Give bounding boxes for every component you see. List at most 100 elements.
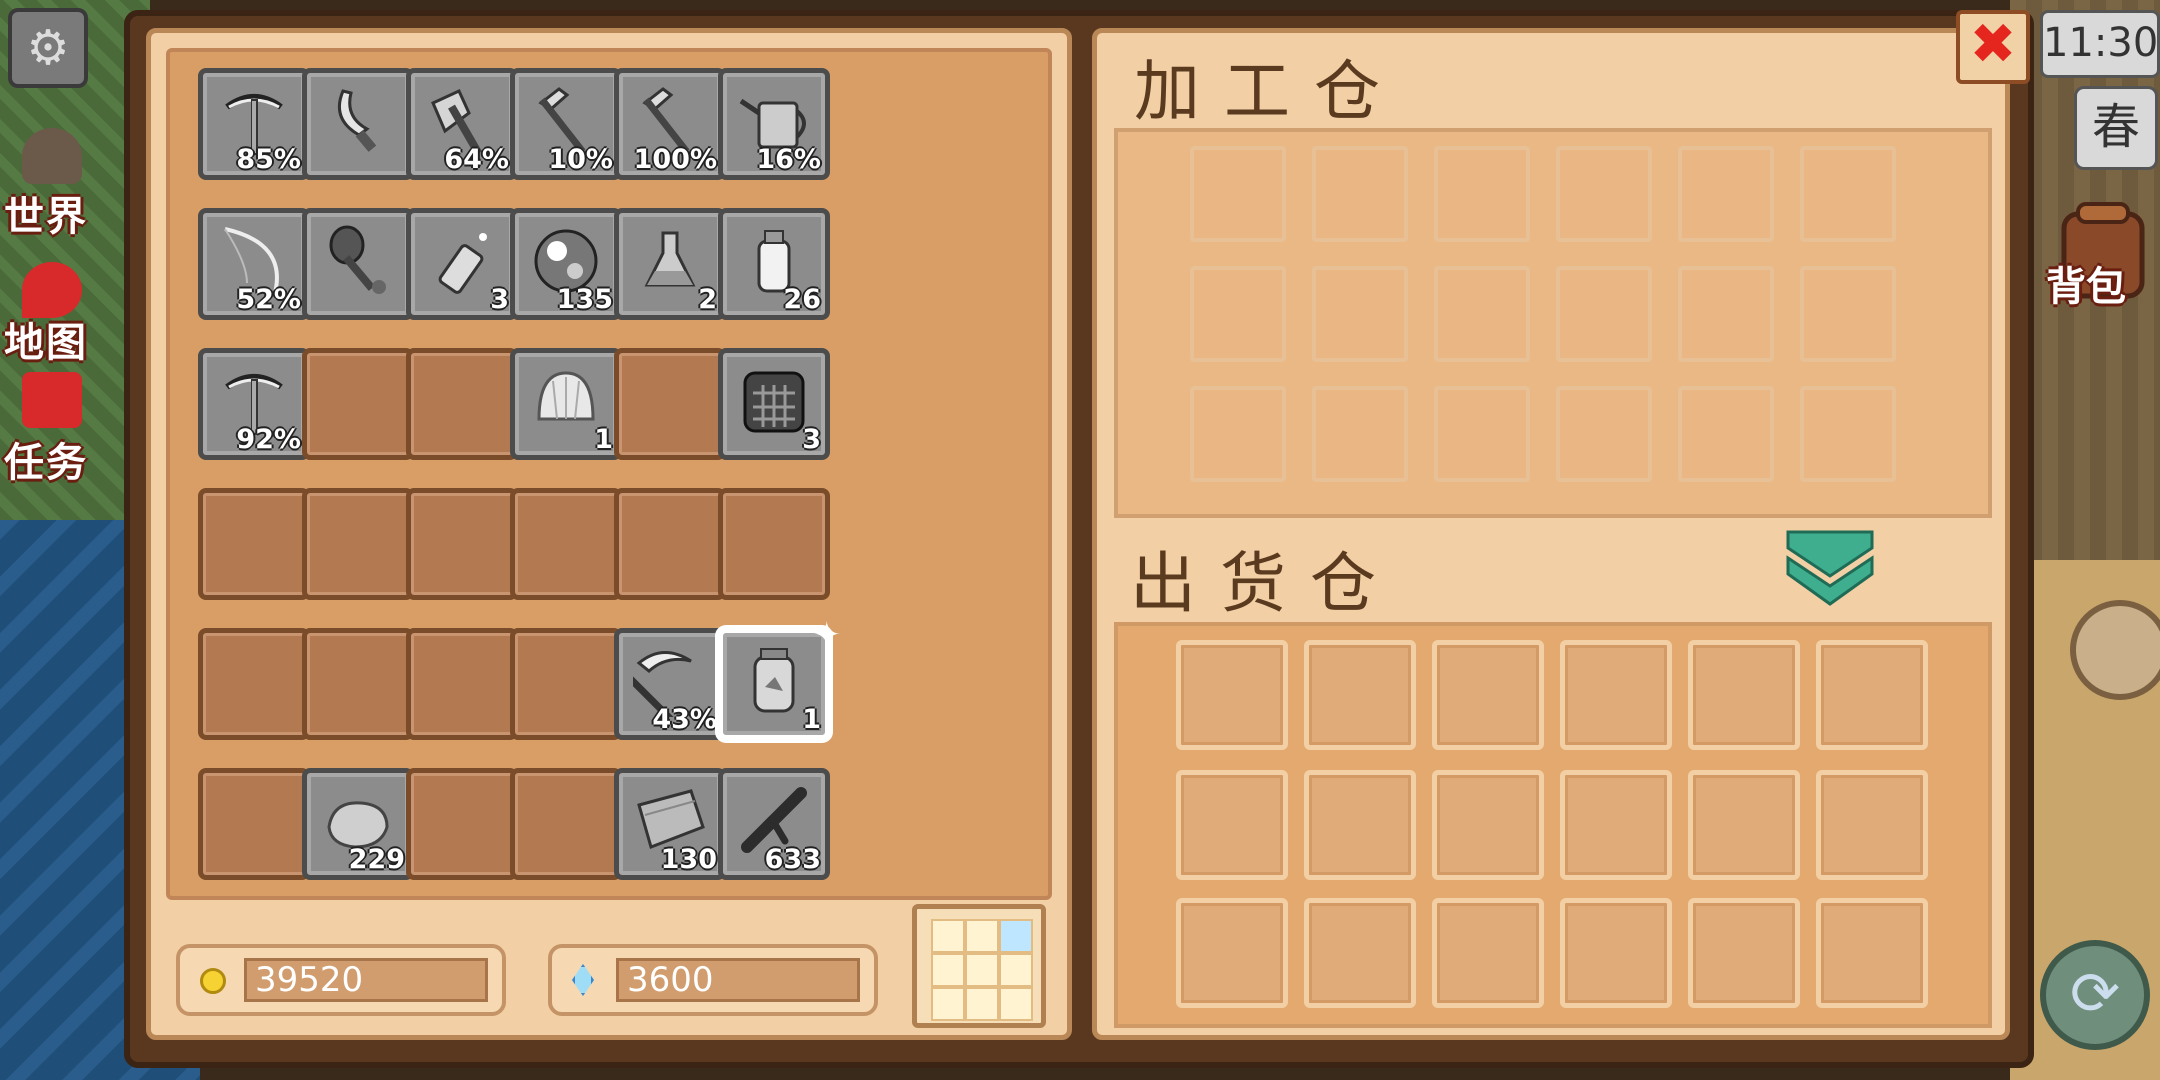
gold-coin-icon — [200, 968, 226, 994]
processing-slot[interactable] — [1556, 146, 1652, 242]
inventory-slot-empty[interactable] — [198, 628, 310, 740]
world-icon[interactable] — [22, 128, 82, 184]
inventory-slot-pickaxe[interactable]: 85% — [198, 68, 310, 180]
processing-slot[interactable] — [1312, 146, 1408, 242]
processing-slot[interactable] — [1800, 266, 1896, 362]
processing-slot[interactable] — [1800, 386, 1896, 482]
shipping-slot[interactable] — [1688, 898, 1800, 1008]
shipping-slot[interactable] — [1816, 898, 1928, 1008]
settings-gear-icon[interactable]: ⚙ — [8, 8, 88, 88]
quest-label[interactable]: 任务 — [4, 430, 88, 488]
inventory-slot-stone[interactable]: 229 — [302, 768, 414, 880]
processing-slot[interactable] — [1556, 386, 1652, 482]
inventory-slot-empty[interactable] — [718, 488, 830, 600]
processing-slot[interactable] — [1190, 386, 1286, 482]
processing-slot[interactable] — [1434, 386, 1530, 482]
inventory-slot-fishing-rod[interactable]: 52% — [198, 208, 310, 320]
refresh-icon[interactable]: ⟳ — [2040, 940, 2150, 1050]
inventory-slot-empty[interactable] — [406, 768, 518, 880]
inventory-slot-empty[interactable] — [510, 768, 622, 880]
inventory-slot-spray-bottle[interactable]: 3 — [406, 208, 518, 320]
spray-bottle-icon — [438, 233, 487, 294]
inventory-slot-branch[interactable]: 633 — [718, 768, 830, 880]
item-count: 2 — [698, 284, 717, 315]
processing-slot[interactable] — [1678, 386, 1774, 482]
close-button[interactable]: ✖ — [1956, 10, 2030, 84]
inventory-slot-plank[interactable]: 130 — [614, 768, 726, 880]
inventory-slot-empty[interactable] — [198, 768, 310, 880]
inventory-slot-empty[interactable] — [406, 628, 518, 740]
inventory-slot-empty[interactable] — [510, 488, 622, 600]
flask-icon — [644, 231, 696, 287]
inventory-slot-empty[interactable] — [302, 628, 414, 740]
shipping-slot[interactable] — [1304, 898, 1416, 1008]
inventory-slot-empty[interactable] — [302, 488, 414, 600]
processing-slot[interactable] — [1434, 266, 1530, 362]
action-stone-button[interactable] — [2070, 600, 2160, 700]
map-label[interactable]: 地图 — [4, 310, 88, 368]
item-count: 64% — [444, 144, 509, 175]
inventory-slot-glass-orb[interactable]: 135 — [510, 208, 622, 320]
chevron-down-icon[interactable] — [1782, 528, 1878, 608]
item-count: 135 — [556, 284, 613, 315]
item-count: 100% — [633, 144, 717, 175]
inventory-slot-milk-bottle[interactable]: 26 — [718, 208, 830, 320]
item-count: 52% — [236, 284, 301, 315]
shipping-slot[interactable] — [1304, 770, 1416, 880]
shipping-slot[interactable] — [1688, 770, 1800, 880]
processing-slot[interactable] — [1312, 386, 1408, 482]
inventory-slot-empty[interactable] — [406, 488, 518, 600]
inventory-slot-axe[interactable]: 64% — [406, 68, 518, 180]
inventory-slot-scythe[interactable]: 43% — [614, 628, 726, 740]
sort-grid-button[interactable] — [912, 904, 1046, 1028]
bag-label[interactable]: 背包 — [2046, 254, 2126, 312]
world-label[interactable]: 世界 — [4, 184, 88, 242]
processing-slot[interactable] — [1434, 146, 1530, 242]
shipping-slot[interactable] — [1176, 770, 1288, 880]
shipping-slot[interactable] — [1432, 898, 1544, 1008]
item-count: 3 — [490, 284, 509, 315]
processing-slot[interactable] — [1556, 266, 1652, 362]
season-badge: 春 — [2074, 86, 2158, 170]
inventory-slot-empty[interactable] — [614, 348, 726, 460]
gem-counter: 3600 — [548, 944, 878, 1016]
inventory-slot-empty[interactable] — [510, 628, 622, 740]
inventory-slot-empty[interactable] — [198, 488, 310, 600]
shipping-slot[interactable] — [1176, 640, 1288, 750]
inventory-slot-hoe[interactable]: 10% — [510, 68, 622, 180]
inventory-slot-flask[interactable]: 2 — [614, 208, 726, 320]
inventory-slot-empty[interactable] — [302, 348, 414, 460]
processing-slot[interactable] — [1190, 146, 1286, 242]
inventory-slot-shell[interactable]: 1 — [510, 348, 622, 460]
shipping-slot[interactable] — [1432, 770, 1544, 880]
processing-slot[interactable] — [1190, 266, 1286, 362]
inventory-slot-pickaxe[interactable]: 92% — [198, 348, 310, 460]
shipping-slot[interactable] — [1176, 898, 1288, 1008]
clock: 11:30 — [2040, 10, 2160, 78]
inventory-slot-watering-can[interactable]: 16% — [718, 68, 830, 180]
inventory-slot-jar[interactable]: 1 ✦ — [718, 615, 841, 740]
item-count: 229 — [348, 844, 405, 875]
item-count: 1 — [802, 704, 821, 735]
processing-slot[interactable] — [1800, 146, 1896, 242]
item-count: 633 — [764, 844, 821, 875]
inventory-slot-hoe[interactable]: 100% — [614, 68, 726, 180]
inventory-slot-shovel[interactable] — [302, 208, 414, 320]
shipping-slot[interactable] — [1560, 640, 1672, 750]
processing-slot[interactable] — [1678, 266, 1774, 362]
shipping-slot[interactable] — [1432, 640, 1544, 750]
processing-slot[interactable] — [1678, 146, 1774, 242]
inventory-slot-sword[interactable] — [302, 68, 414, 180]
shipping-slot[interactable] — [1304, 640, 1416, 750]
shipping-slot[interactable] — [1560, 898, 1672, 1008]
inventory-slot-empty[interactable] — [406, 348, 518, 460]
inventory-slot-empty[interactable] — [614, 488, 726, 600]
shipping-slot[interactable] — [1560, 770, 1672, 880]
shipping-slot[interactable] — [1688, 640, 1800, 750]
inventory-slot-cage[interactable]: 3 — [718, 348, 830, 460]
shipping-slot[interactable] — [1816, 770, 1928, 880]
shell-icon — [537, 371, 595, 421]
quest-icon[interactable] — [22, 372, 82, 428]
shipping-slot[interactable] — [1816, 640, 1928, 750]
processing-slot[interactable] — [1312, 266, 1408, 362]
